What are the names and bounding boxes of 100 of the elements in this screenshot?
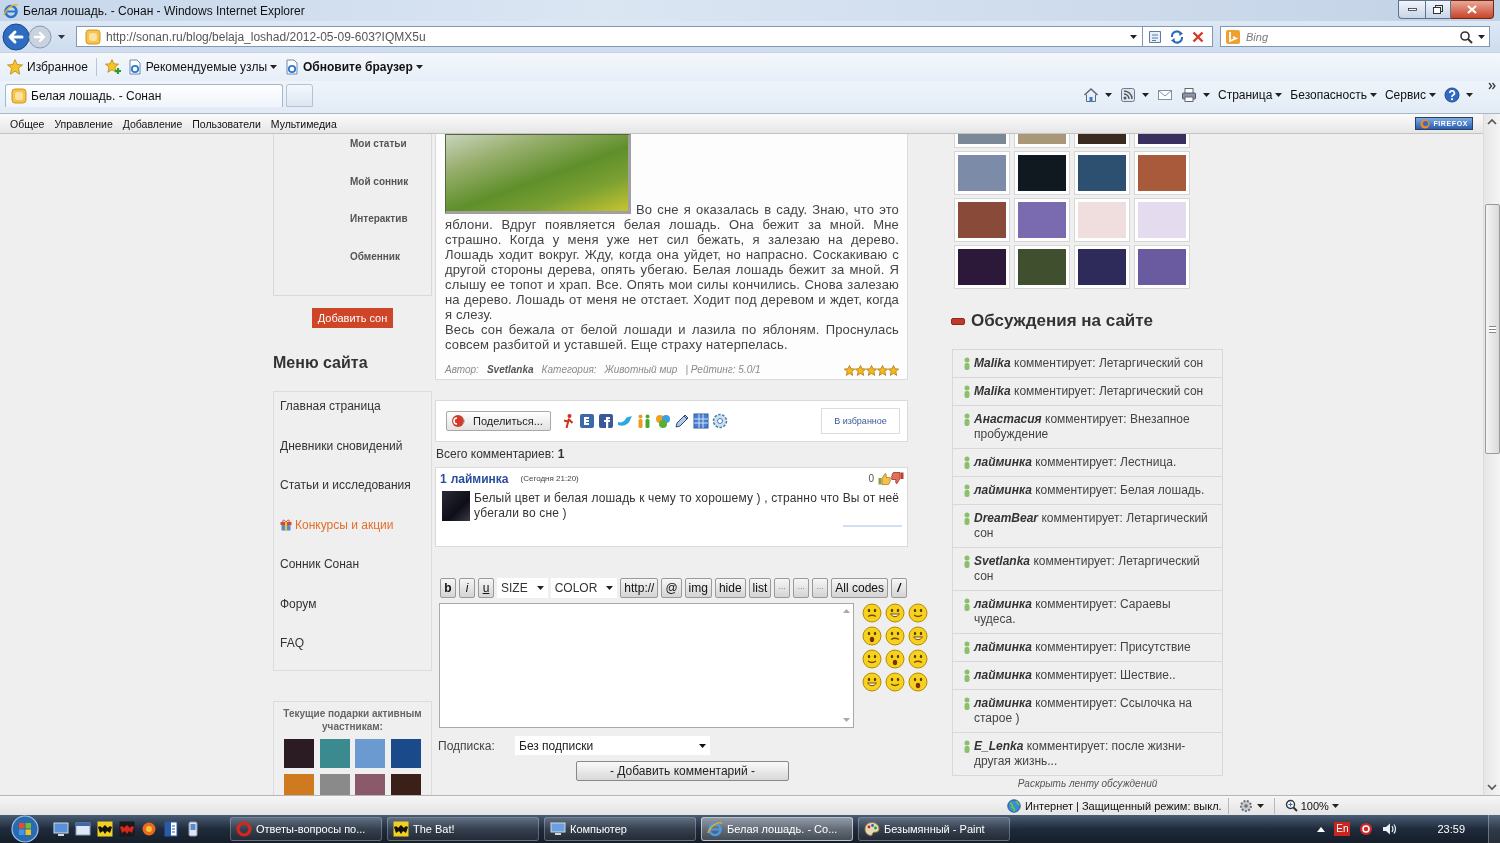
favorites-link[interactable]: Рекомендуемые узлы	[123, 56, 280, 78]
category-link[interactable]: Животный мир	[604, 363, 678, 377]
thumbs-up-icon[interactable]	[878, 472, 891, 485]
gear-icon[interactable]	[712, 413, 728, 429]
profile-link[interactable]: Мой сонник	[350, 174, 409, 189]
smiley-icon[interactable]	[862, 672, 882, 692]
format-button[interactable]: u	[478, 578, 494, 598]
discussion-item[interactable]: лайминка комментирует: Сараевы чудеса.	[952, 591, 1223, 634]
people-icon[interactable]	[636, 413, 652, 429]
tile-icon[interactable]	[598, 413, 614, 429]
add-dream-button[interactable]: Добавить сон	[311, 308, 394, 328]
toolbar-link[interactable]: Добавление	[117, 116, 188, 131]
photo-thumbnail[interactable]	[954, 134, 1010, 148]
smiley-icon[interactable]	[885, 603, 905, 623]
discussion-item[interactable]: лайминка комментирует: Шествие..	[952, 662, 1223, 690]
toolbar-link[interactable]: Управление	[49, 116, 118, 131]
monitor-icon[interactable]	[53, 821, 69, 837]
profile-link[interactable]: Мои статьи	[350, 137, 407, 151]
language-indicator[interactable]: En	[1334, 822, 1351, 836]
smiley-icon[interactable]	[862, 649, 882, 669]
gift-thumbnail[interactable]	[390, 739, 421, 768]
discussion-item[interactable]: Malika комментирует: Летаргический сон	[952, 350, 1223, 378]
photo-thumbnail[interactable]	[1134, 198, 1190, 242]
smiley-icon[interactable]	[908, 649, 928, 669]
arrow-up-icon[interactable]	[1317, 826, 1326, 832]
format-button[interactable]: list	[748, 578, 772, 598]
close-button[interactable]	[1451, 0, 1494, 19]
star-plus-icon[interactable]	[104, 59, 123, 75]
toolbar-link[interactable]: Общее	[5, 116, 50, 131]
profile-link[interactable]: Обменник	[350, 249, 400, 264]
smiley-icon[interactable]	[885, 672, 905, 692]
toolbar-menu-button[interactable]: Безопасность	[1287, 85, 1380, 105]
smiley-icon[interactable]	[885, 649, 905, 669]
menu-link[interactable]: Сонник Сонан	[280, 556, 360, 572]
discussion-item[interactable]: DreamBear комментирует: Летаргический сон	[952, 505, 1223, 548]
photo-thumbnail[interactable]	[1134, 151, 1190, 195]
photo-thumbnail[interactable]	[1014, 198, 1070, 242]
photo-thumbnail[interactable]	[1074, 198, 1130, 242]
gift-thumbnail[interactable]	[319, 739, 350, 768]
comment-author[interactable]: лайминка	[450, 471, 509, 486]
minimize-button[interactable]	[1398, 0, 1425, 19]
format-select[interactable]: SIZE	[497, 578, 548, 598]
tile-icon[interactable]	[579, 413, 595, 429]
discussion-item[interactable]: лайминка комментирует: Лестница.	[952, 449, 1223, 477]
photo-thumbnail[interactable]	[1014, 134, 1070, 148]
subscription-select[interactable]: Без подписки	[515, 736, 710, 755]
smiley-icon[interactable]	[862, 626, 882, 646]
toolbar-menu-button[interactable]: Сервис	[1381, 85, 1439, 105]
gift-thumbnail[interactable]	[355, 774, 386, 795]
author-link[interactable]: Svetlanka	[486, 363, 534, 377]
format-select[interactable]: COLOR	[550, 578, 618, 598]
disc-icon[interactable]	[141, 821, 157, 837]
photo-thumbnail[interactable]	[1134, 134, 1190, 148]
cross-icon[interactable]	[1191, 29, 1205, 44]
smiley-icon[interactable]	[862, 603, 882, 623]
photo-thumbnail[interactable]	[1134, 245, 1190, 289]
discussion-item[interactable]: лайминка комментирует: Белая лошадь.	[952, 477, 1223, 505]
gift-thumbnail[interactable]	[284, 739, 314, 768]
taskbar-button[interactable]: Безымянный - Paint	[858, 817, 1010, 841]
discussion-item[interactable]: Svetlanka комментирует: Летаргический сон	[952, 548, 1223, 591]
menu-link[interactable]: Дневники сновидений	[280, 437, 403, 454]
search-box[interactable]: Bing	[1220, 26, 1490, 47]
menu-link[interactable]: Главная страница	[280, 398, 381, 414]
add-comment-button[interactable]: - Добавить комментарий -	[576, 761, 789, 781]
taskbar-button[interactable]: The Bat!	[387, 817, 539, 841]
taskbar-button[interactable]: Ответы-вопросы по...	[230, 817, 382, 841]
discussion-item[interactable]: лайминка комментирует: Присутствие	[952, 634, 1223, 662]
toolbar-link[interactable]: Мультимедиа	[265, 116, 342, 131]
gift-thumbnail[interactable]	[284, 774, 314, 795]
gift-thumbnail[interactable]	[390, 774, 421, 795]
document-icon[interactable]	[163, 821, 179, 837]
menu-link[interactable]: FAQ	[280, 635, 304, 651]
photo-thumbnail[interactable]	[1074, 245, 1130, 289]
format-button[interactable]: hide	[714, 578, 746, 598]
dots-icon[interactable]	[655, 413, 671, 429]
smiley-icon[interactable]	[908, 626, 928, 646]
scroll-thumb[interactable]	[1484, 204, 1500, 454]
target-icon[interactable]	[1359, 822, 1374, 836]
start-button[interactable]	[9, 815, 41, 843]
search-input[interactable]: Bing	[1246, 28, 1454, 45]
photo-thumbnail[interactable]	[1074, 151, 1130, 195]
discussion-item[interactable]: Анастасия комментирует: Внезапное пробуждение	[952, 406, 1223, 449]
smiley-icon[interactable]	[885, 626, 905, 646]
back-button[interactable]	[2, 22, 30, 51]
thumbs-down-icon[interactable]	[891, 472, 904, 485]
share-button[interactable]: Поделиться...	[446, 411, 551, 431]
smiley-icon[interactable]	[908, 603, 928, 623]
discussion-item[interactable]: лайминка комментирует: Ссылочка на старое )	[952, 690, 1223, 733]
browser-tab[interactable]: Белая лошадь. - Сонан	[5, 84, 283, 107]
device-icon[interactable]	[185, 821, 201, 837]
toolbar-link[interactable]: Пользователи	[187, 116, 266, 131]
gift-thumbnail[interactable]	[355, 739, 386, 768]
photo-thumbnail[interactable]	[1074, 134, 1130, 148]
profile-link[interactable]: Интерактив	[350, 212, 408, 226]
favorites-link[interactable]: Обновите браузер	[281, 56, 426, 78]
toolbar-menu-button[interactable]: Страница	[1214, 85, 1286, 105]
discussion-item[interactable]: Malika комментирует: Летаргический сон	[952, 378, 1223, 406]
add-to-favorites-button[interactable]: В избранное	[821, 408, 900, 434]
volume-icon[interactable]	[1382, 822, 1399, 836]
help-button[interactable]	[1441, 85, 1476, 105]
